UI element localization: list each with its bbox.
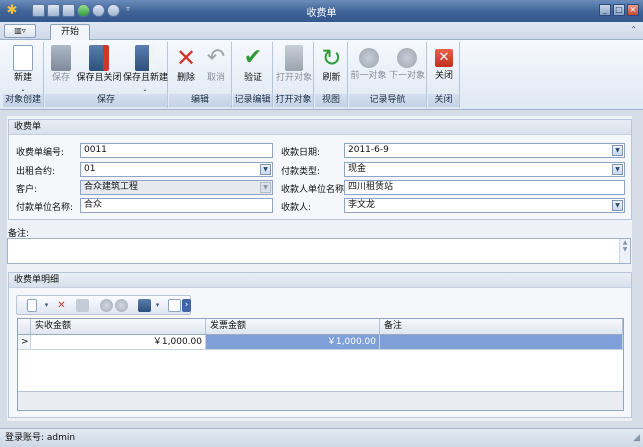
move-up-icon[interactable] (100, 299, 113, 312)
next-object-button[interactable]: 下一对象 (388, 43, 426, 93)
receipt-date-label: 收款日期: (281, 148, 321, 158)
new-button[interactable]: 新建 ⌄ (5, 43, 41, 93)
new-row-dropdown-icon[interactable]: ▾ (40, 299, 53, 312)
receipt-no-field[interactable]: 0011 (80, 143, 273, 158)
remarks-scrollbar[interactable]: ▲ ▼ (619, 239, 630, 263)
tab-home[interactable]: 开始 (50, 24, 90, 41)
receipt-section-title: 收费单 (9, 120, 631, 135)
save-disk-icon (51, 45, 71, 71)
payee-dropdown-icon[interactable]: ▼ (612, 200, 623, 211)
checkmark-icon: ✔ (243, 45, 263, 70)
group-label-close: 关闭 (428, 94, 459, 107)
app-menu-button[interactable]: ▥▿ (4, 24, 36, 38)
group-edit: ✕ 删除 ↶ 取消 编辑 (169, 42, 232, 108)
grid-footer (18, 391, 623, 410)
payment-type-label: 付款类型: (281, 167, 321, 177)
save-rows-dropdown-icon[interactable]: ▾ (151, 299, 164, 312)
customer-dropdown-icon[interactable]: ▼ (260, 182, 271, 193)
minimize-button[interactable]: _ (599, 4, 611, 16)
resize-grip-icon[interactable]: ◢ (633, 429, 640, 447)
close-button[interactable]: ✕ 关闭 (430, 43, 458, 93)
group-label-record-nav: 记录导航 (349, 94, 426, 107)
prev-arrow-icon (358, 48, 379, 68)
prev-object-button[interactable]: 前一对象 (350, 43, 387, 93)
ribbon-tab-row: ▥▿ 开始 ⌃ (0, 22, 643, 41)
new-doc-icon (13, 45, 33, 71)
ribbon: 新建 ⌄ 对象创建 保存 保存且关闭 保存且新建 ⌄ 保存 ✕ 删除 ↶ 取消 (0, 40, 643, 110)
details-toolbar: ⋮ ▾ ✕ ▾ › (16, 295, 191, 315)
login-account-status: 登录账号: admin (5, 433, 76, 443)
group-label-open-object: 打开对象 (274, 94, 313, 107)
payee-label: 收款人: (281, 203, 312, 213)
customer-field[interactable]: 合众建筑工程 ▼ (80, 180, 273, 195)
status-bar: 登录账号: admin ◢ (0, 428, 643, 447)
toolbar-overflow-icon[interactable]: › (182, 299, 191, 312)
payee-unit-label: 收款人单位名称: (281, 185, 348, 195)
save-close-button[interactable]: 保存且关闭 (76, 43, 122, 93)
receipt-date-field[interactable]: 2011-6-9 ▼ (344, 143, 625, 158)
col-header-remark[interactable]: 备注 (380, 319, 623, 335)
open-row-icon[interactable] (168, 299, 181, 312)
payee-unit-field[interactable]: 四川租赁站 (344, 180, 625, 195)
group-open-object: 打开对象 打开对象 (274, 42, 314, 108)
lease-contract-dropdown-icon[interactable]: ▼ (260, 164, 271, 175)
group-label-object-create: 对象创建 (3, 94, 43, 107)
title-bar: ✱ ▿ 收费单 _ □ × (0, 0, 643, 22)
group-save: 保存 保存且关闭 保存且新建 ⌄ 保存 (45, 42, 168, 108)
save-new-button[interactable]: 保存且新建 ⌄ (123, 43, 168, 93)
group-close: ✕ 关闭 关闭 (428, 42, 460, 108)
date-dropdown-icon[interactable]: ▼ (612, 145, 623, 156)
refresh-icon: ↻ (321, 44, 342, 72)
lease-contract-label: 出租合约: (16, 167, 56, 177)
cancel-button[interactable]: ↶ 取消 (201, 43, 231, 93)
group-label-save: 保存 (45, 94, 167, 107)
group-label-view: 视图 (315, 94, 347, 107)
save-rows-icon[interactable] (138, 299, 151, 312)
new-row-icon[interactable] (27, 299, 37, 312)
payment-type-dropdown-icon[interactable]: ▼ (612, 164, 623, 175)
payment-type-field[interactable]: 现金 ▼ (344, 162, 625, 177)
refresh-button[interactable]: ↻ 刷新 (317, 43, 346, 93)
group-label-edit: 编辑 (169, 94, 231, 107)
save-button[interactable]: 保存 (47, 43, 75, 93)
group-object-create: 新建 ⌄ 对象创建 (3, 42, 44, 108)
details-grid: 实收金额 发票金额 备注 > ￥1,000.00 ￥1,000.00 (17, 318, 624, 411)
window-title: 收费单 (306, 8, 337, 19)
group-record-nav: 前一对象 下一对象 记录导航 (349, 42, 427, 108)
save-close-icon (89, 45, 109, 71)
col-header-invoice[interactable]: 发票金额 (206, 319, 380, 335)
next-arrow-icon (397, 48, 417, 68)
close-x-icon: ✕ (435, 49, 453, 67)
copy-row-icon[interactable] (76, 299, 89, 312)
group-label-record-edit: 记录编辑 (233, 94, 272, 107)
col-header-actual[interactable]: 实收金额 (31, 319, 206, 335)
payer-unit-field[interactable]: 合众 (80, 198, 273, 213)
cell-remark[interactable] (380, 335, 623, 350)
remarks-field[interactable]: ▲ ▼ (7, 238, 631, 264)
undo-arrow-icon: ↶ (206, 45, 226, 70)
group-view: ↻ 刷新 视图 (315, 42, 348, 108)
payee-field[interactable]: 李文龙 ▼ (344, 198, 625, 213)
open-object-icon (285, 45, 303, 71)
lease-contract-field[interactable]: 01 ▼ (80, 162, 273, 177)
delete-x-icon: ✕ (175, 44, 197, 72)
move-down-icon[interactable] (115, 299, 128, 312)
payer-unit-label: 付款单位名称: (16, 203, 74, 213)
delete-row-icon[interactable]: ✕ (55, 299, 68, 312)
cell-invoice[interactable]: ￥1,000.00 (206, 335, 380, 350)
save-new-icon (135, 45, 155, 71)
receipt-no-label: 收费单编号: (16, 148, 65, 158)
maximize-button[interactable]: □ (613, 4, 625, 16)
details-section-title: 收费单明细 (9, 273, 631, 288)
cell-actual[interactable]: ￥1,000.00 (31, 335, 206, 350)
close-window-button[interactable]: × (627, 4, 639, 16)
validate-button[interactable]: ✔ 验证 (236, 43, 270, 93)
row-indicator[interactable]: > (18, 335, 31, 350)
ribbon-collapse-icon[interactable]: ⌃ (630, 25, 637, 34)
group-record-edit: ✔ 验证 记录编辑 (233, 42, 273, 108)
delete-button[interactable]: ✕ 删除 (171, 43, 201, 93)
grid-corner (18, 319, 31, 335)
open-object-button[interactable]: 打开对象 (275, 43, 313, 93)
customer-label: 客户: (16, 185, 38, 195)
